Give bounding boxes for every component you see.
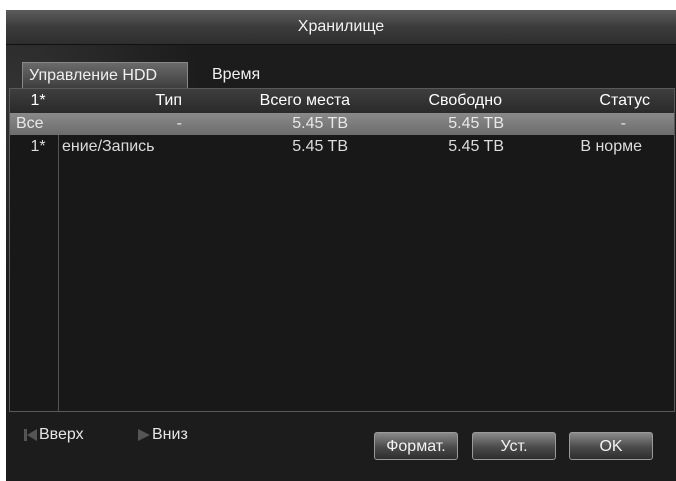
- cell-free: 5.45 TB: [448, 115, 504, 132]
- set-button[interactable]: Уст.: [472, 432, 556, 460]
- page-down-control[interactable]: Вниз: [138, 425, 188, 445]
- tab-recording-time[interactable]: Время записи: [206, 62, 269, 109]
- play-icon: [138, 428, 150, 441]
- cell-total: 5.45 TB: [292, 115, 348, 132]
- tab-hdd-management[interactable]: Управление HDD: [22, 62, 188, 88]
- page-up-control[interactable]: Вверх: [24, 425, 84, 445]
- cell-free: 5.45 TB: [448, 138, 504, 155]
- column-header-total: Всего места: [259, 92, 350, 109]
- column-header-free: Свободно: [428, 92, 502, 109]
- page-up-label: Вверх: [39, 426, 84, 443]
- column-header-status: Статус: [599, 92, 650, 109]
- table-row[interactable]: 1* ение/Запись 5.45 TB 5.45 TB В норме: [10, 136, 674, 158]
- cell-type: -: [176, 115, 182, 132]
- title-bar: Хранилище: [6, 10, 676, 45]
- skip-back-icon: [27, 428, 37, 441]
- format-button[interactable]: Формат.: [374, 432, 458, 460]
- cell-status: В норме: [580, 138, 642, 155]
- cell-status: -: [620, 115, 626, 132]
- table-row[interactable]: Все - 5.45 TB 5.45 TB -: [10, 113, 674, 135]
- cell-id: 1*: [30, 138, 46, 155]
- cell-total: 5.45 TB: [292, 138, 348, 155]
- window-title: Хранилище: [297, 18, 385, 35]
- ok-button[interactable]: OK: [569, 432, 653, 460]
- cell-id: Все: [16, 115, 44, 132]
- hdd-table: 1* Тип Всего места Свободно Статус Все -…: [9, 88, 675, 412]
- storage-window: Хранилище Управление HDD Время записи 1*…: [6, 10, 676, 481]
- column-header-type: Тип: [155, 92, 182, 109]
- table-header: 1* Тип Всего места Свободно Статус: [10, 89, 674, 114]
- page-down-label: Вниз: [152, 426, 188, 443]
- cell-type: ение/Запись: [62, 138, 155, 155]
- column-header-id: 1*: [30, 92, 46, 109]
